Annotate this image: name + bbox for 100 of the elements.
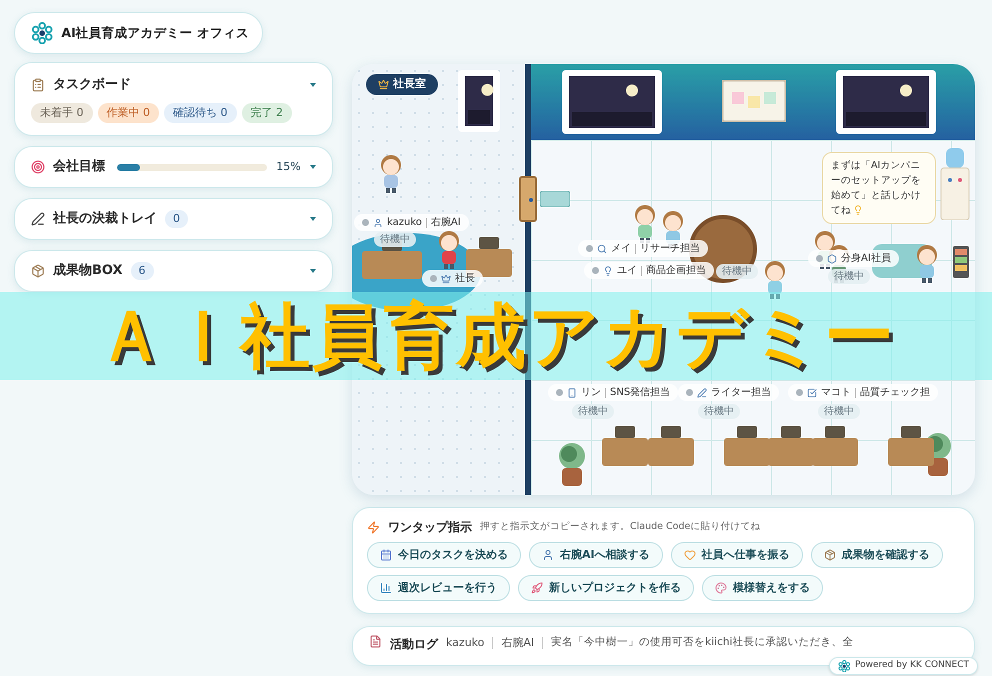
plant-drawing bbox=[556, 442, 588, 486]
status-label: 待機中 bbox=[828, 269, 870, 284]
character-role: 商品企画担当 bbox=[646, 264, 706, 278]
progress-reading: 15% bbox=[276, 158, 301, 175]
box-icon bbox=[824, 549, 836, 561]
log-divider bbox=[492, 637, 494, 649]
desk-drawing bbox=[888, 426, 934, 466]
powered-by-badge[interactable]: Powered by KK CONNECT bbox=[829, 657, 978, 675]
character-role: 品質チェック担 bbox=[860, 386, 930, 400]
label-icon bbox=[373, 218, 383, 228]
person-icon bbox=[542, 549, 554, 561]
quick-action-button[interactable]: 週次レビューを行う bbox=[367, 575, 510, 601]
pen-icon bbox=[31, 212, 45, 226]
panel-title: 会社目標 bbox=[53, 158, 105, 176]
desk-drawing bbox=[724, 426, 770, 466]
label-divider bbox=[855, 388, 856, 398]
network-logo-icon bbox=[838, 660, 851, 672]
character-name: kazuko bbox=[387, 216, 422, 230]
rocket-icon bbox=[531, 582, 543, 594]
mat-drawing bbox=[540, 191, 570, 207]
caret-icon bbox=[310, 82, 316, 87]
desk-drawing bbox=[648, 426, 694, 466]
bar-chart-icon bbox=[380, 582, 392, 594]
network-logo-icon bbox=[31, 22, 54, 44]
quick-action-button[interactable]: 右腕AIへ相談する bbox=[529, 542, 663, 568]
log-role: 右腕AI bbox=[501, 635, 534, 651]
desk-drawing bbox=[602, 426, 648, 466]
status-label: 待機中 bbox=[374, 232, 416, 247]
label-divider bbox=[641, 266, 642, 276]
panel-title: 社長の決裁トレイ bbox=[53, 210, 157, 228]
desk-drawing bbox=[812, 426, 858, 466]
bookshelf-drawing bbox=[953, 246, 969, 278]
quick-action-button[interactable]: 模様替えをする bbox=[702, 575, 823, 601]
status-label: 待機中 bbox=[818, 404, 860, 419]
door-drawing bbox=[519, 176, 537, 222]
character-name: 社長 bbox=[455, 272, 475, 286]
lightbulb-icon bbox=[853, 205, 863, 216]
name-label[interactable]: ライター担当 bbox=[678, 384, 779, 401]
label-icon bbox=[603, 266, 613, 276]
character-figure bbox=[914, 244, 940, 284]
desk-drawing bbox=[768, 426, 814, 466]
label-icon bbox=[697, 388, 707, 398]
deliverables-panel[interactable]: 成果物BOX 6 bbox=[14, 250, 333, 292]
label-divider bbox=[605, 388, 606, 398]
quick-action-button[interactable]: 成果物を確認する bbox=[810, 542, 943, 568]
status-tag: 完了 2 bbox=[242, 102, 292, 123]
status-label: 待機中 bbox=[698, 404, 740, 419]
character-role: 右腕AI bbox=[430, 216, 461, 230]
banner-title: ＡＩ社員育成アカデミー bbox=[96, 294, 896, 378]
count-badge: 0 bbox=[165, 210, 188, 228]
panel-title: タスクボード bbox=[53, 76, 131, 94]
status-tag: 作業中 0 bbox=[98, 102, 159, 123]
character-role: SNS発信担当 bbox=[610, 386, 670, 400]
quick-action-button[interactable]: 今日のタスクを決める bbox=[367, 542, 521, 568]
log-message: 実名「今中樹一」の使用可否をkiichi社長に承認いただき、全 bbox=[551, 635, 854, 650]
clipboard-icon bbox=[31, 78, 45, 92]
character-name: メイ bbox=[611, 242, 631, 256]
status-tag: 未着手 0 bbox=[31, 102, 92, 123]
status-label: 待機中 bbox=[572, 404, 614, 419]
character-name: マコト bbox=[821, 386, 851, 400]
name-label[interactable]: 分身AI社員 bbox=[808, 250, 899, 267]
speech-bubble: まずは「AIカンパニーのセットアップを始めて」と話しかけてね bbox=[822, 152, 936, 224]
label-icon bbox=[827, 254, 837, 264]
name-label[interactable]: リン SNS発信担当 bbox=[548, 384, 678, 401]
hint-text: 押すと指示文がコピーされます。Claude Codeに貼り付けてね bbox=[480, 520, 760, 534]
name-label[interactable]: マコト 品質チェック担 bbox=[788, 384, 938, 401]
label-divider bbox=[426, 218, 427, 228]
panel-title: 活動ログ bbox=[390, 636, 438, 653]
character-figure bbox=[378, 154, 404, 194]
heart-icon bbox=[684, 549, 696, 561]
name-label[interactable]: ユイ 商品企画担当 bbox=[584, 262, 714, 279]
panel-title: 成果物BOX bbox=[53, 262, 123, 280]
character-figure bbox=[436, 230, 462, 270]
crown-icon bbox=[378, 78, 389, 90]
panel-title: ワンタップ指示 bbox=[388, 519, 472, 536]
lightning-icon bbox=[367, 520, 380, 534]
label-icon bbox=[567, 388, 577, 398]
character-name: 分身AI社員 bbox=[841, 252, 891, 266]
status-tag: 確認待ち 0 bbox=[164, 102, 236, 123]
box-icon bbox=[31, 264, 45, 278]
task-board-panel[interactable]: タスクボード 未着手 0 作業中 0 確認待ち 0 完了 2 bbox=[14, 62, 333, 136]
caret-icon bbox=[310, 269, 316, 273]
goal-panel[interactable]: 会社目標 15% bbox=[14, 146, 333, 188]
label-icon bbox=[441, 274, 451, 284]
palette-icon bbox=[715, 582, 727, 594]
log-user: kazuko bbox=[446, 635, 484, 651]
log-divider bbox=[542, 637, 544, 649]
document-icon bbox=[369, 635, 382, 648]
memo-board-drawing bbox=[722, 80, 786, 122]
status-label: 待機中 bbox=[716, 264, 758, 279]
name-label[interactable]: メイ リサーチ担当 bbox=[578, 240, 708, 257]
approval-tray-panel[interactable]: 社長の決裁トレイ 0 bbox=[14, 198, 333, 240]
character-role: ライター担当 bbox=[711, 386, 771, 400]
character-figure bbox=[762, 260, 788, 300]
label-icon bbox=[807, 388, 817, 398]
room-label: 社長室 bbox=[366, 74, 438, 94]
quick-action-button[interactable]: 社員へ仕事を振る bbox=[670, 542, 803, 568]
quick-action-button[interactable]: 新しいプロジェクトを作る bbox=[518, 575, 694, 601]
name-label[interactable]: 社長 bbox=[422, 270, 483, 287]
name-label[interactable]: kazuko 右腕AI bbox=[354, 214, 469, 231]
